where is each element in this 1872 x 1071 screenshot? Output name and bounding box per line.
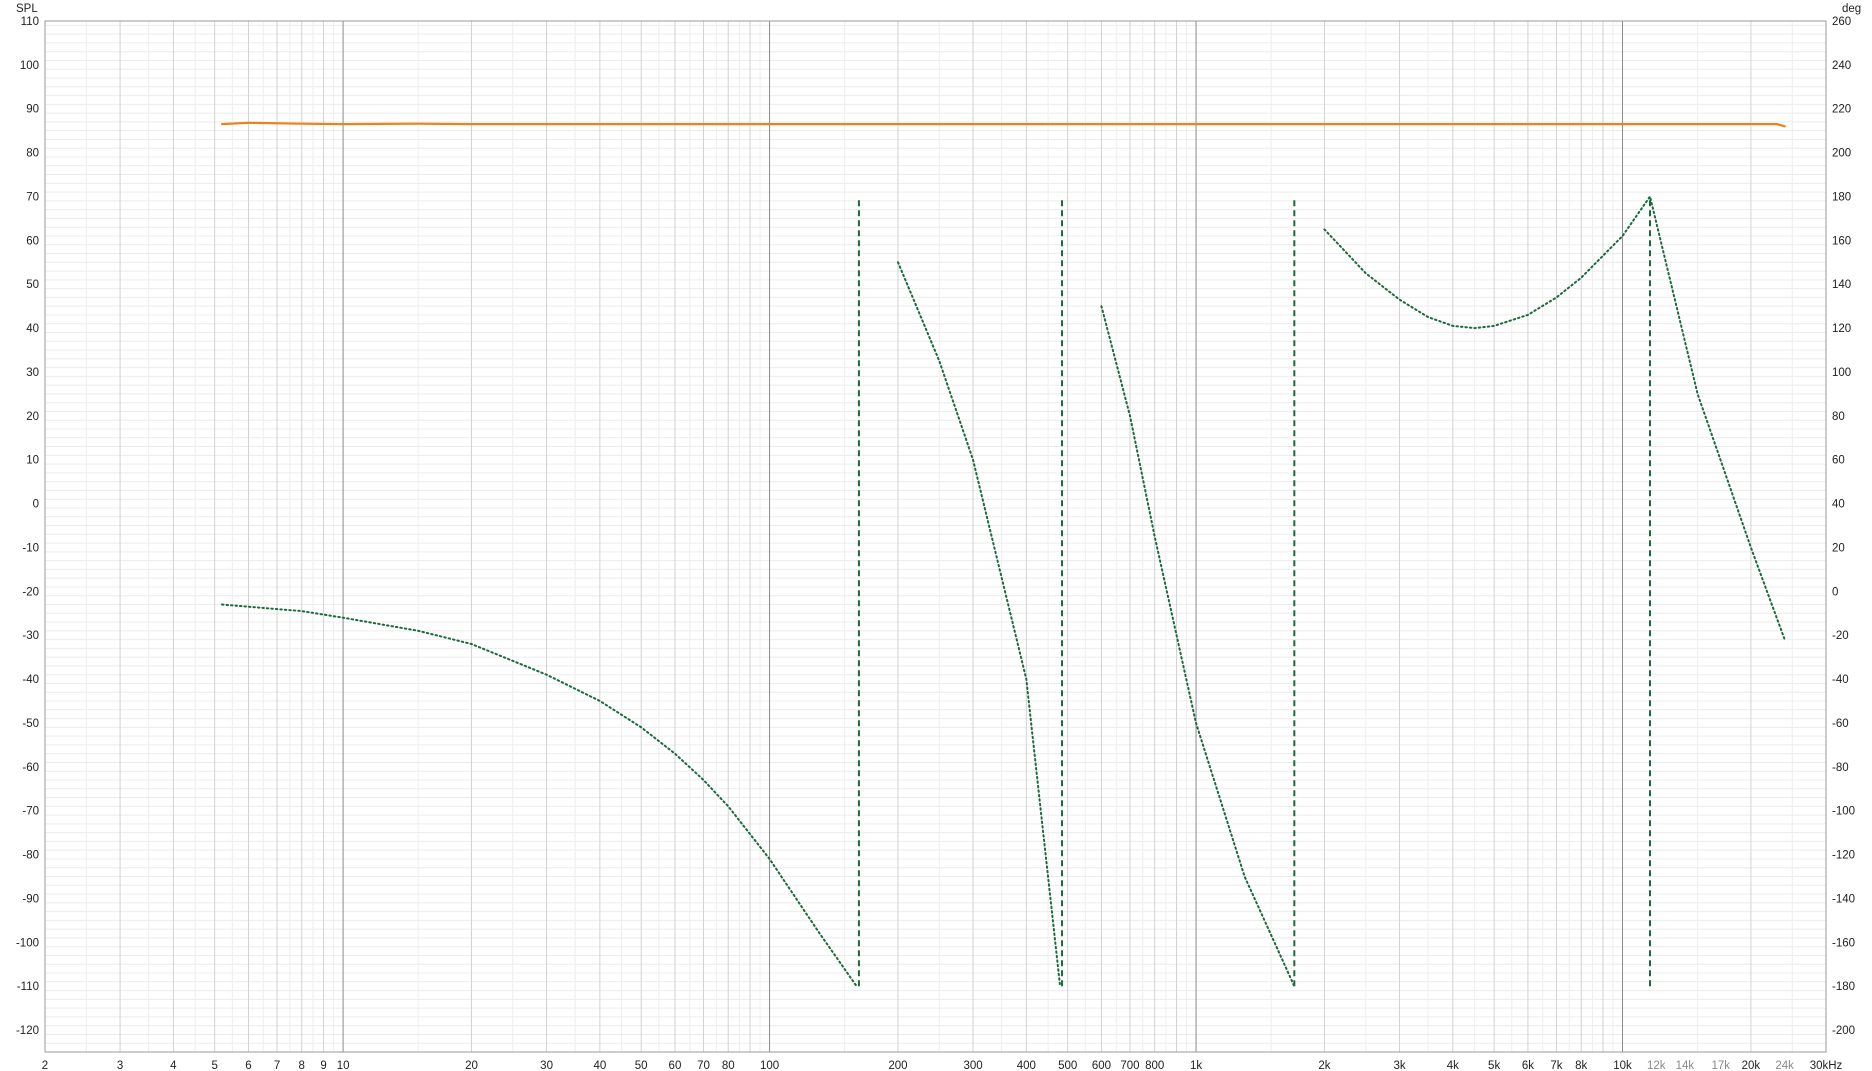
right-tick-label: -40 — [1832, 674, 1849, 686]
right-tick-label: -120 — [1832, 850, 1855, 862]
x-tick-label: 7 — [274, 1060, 280, 1071]
x-tick-label: 10k — [1613, 1060, 1632, 1071]
right-tick-label: 40 — [1832, 499, 1845, 511]
left-tick-label: 20 — [26, 411, 39, 423]
right-tick-label: 220 — [1832, 104, 1851, 116]
left-tick-label: -100 — [16, 937, 39, 949]
x-tick-label: 50 — [635, 1060, 648, 1071]
x-tick-label: 500 — [1058, 1060, 1077, 1071]
left-tick-label: -10 — [22, 542, 39, 554]
left-tick-label: -50 — [22, 718, 39, 730]
x-tick-label: 80 — [722, 1060, 735, 1071]
left-tick-label: 30 — [26, 367, 39, 379]
right-tick-label: 80 — [1832, 411, 1845, 423]
right-tick-label: 20 — [1832, 542, 1845, 554]
left-tick-label: -70 — [22, 806, 39, 818]
x-tick-label: 24k — [1775, 1060, 1794, 1071]
left-tick-label: -40 — [22, 674, 39, 686]
right-axis-title: deg — [1842, 3, 1861, 15]
x-tick-label: 9 — [320, 1060, 326, 1071]
x-tick-label: 5 — [212, 1060, 218, 1071]
right-tick-label: 120 — [1832, 323, 1851, 335]
left-tick-label: 0 — [33, 499, 39, 511]
left-tick-label: 10 — [26, 455, 39, 467]
right-tick-label: 260 — [1832, 16, 1851, 28]
spl-curve — [220, 121, 1786, 128]
left-tick-label: 80 — [26, 148, 39, 160]
left-tick-label: -110 — [17, 981, 39, 993]
right-tick-label: -160 — [1832, 937, 1855, 949]
x-tick-label: 2 — [42, 1060, 48, 1071]
right-tick-label: -80 — [1832, 762, 1849, 774]
x-tick-label: 3k — [1393, 1060, 1405, 1071]
left-tick-label: 110 — [21, 16, 39, 28]
right-tick-label: -140 — [1832, 893, 1855, 905]
left-tick-label: -120 — [16, 1025, 39, 1037]
left-tick-label: 70 — [26, 191, 39, 203]
left-tick-label: 50 — [26, 279, 39, 291]
x-tick-label: 20k — [1742, 1060, 1761, 1071]
right-tick-label: 100 — [1832, 367, 1851, 379]
left-tick-label: 100 — [20, 60, 39, 72]
left-tick-label: -20 — [22, 586, 39, 598]
x-tick-label: 10 — [337, 1060, 350, 1071]
x-tick-label: 1k — [1190, 1060, 1202, 1071]
grid — [44, 21, 1827, 1053]
series — [220, 121, 1786, 988]
right-tick-label: -200 — [1832, 1025, 1855, 1037]
axis-labels: SPL deg 1101009080706050403020100-10-20-… — [16, 3, 1861, 1071]
x-tick-label: 800 — [1145, 1060, 1164, 1071]
x-tick-label: 30 — [540, 1060, 553, 1071]
x-tick-label: 14k — [1676, 1060, 1695, 1071]
right-tick-label: 160 — [1832, 235, 1851, 247]
right-tick-label: 200 — [1832, 148, 1851, 160]
left-axis-title: SPL — [16, 3, 38, 15]
plot-frame — [44, 20, 1827, 1053]
right-tick-label: 240 — [1832, 60, 1851, 72]
left-tick-label: -80 — [22, 850, 39, 862]
left-tick-label: -90 — [22, 893, 39, 905]
x-tick-label: 4k — [1447, 1060, 1459, 1071]
right-tick-label: 0 — [1832, 586, 1838, 598]
x-tick-label: 70 — [697, 1060, 710, 1071]
x-tick-label: 6 — [245, 1060, 251, 1071]
left-tick-label: 60 — [26, 235, 39, 247]
frequency-response-chart: SPL deg 1101009080706050403020100-10-20-… — [16, 3, 1861, 1071]
left-tick-label: -60 — [22, 762, 39, 774]
right-tick-label: -180 — [1832, 981, 1855, 993]
x-tick-label: 8 — [299, 1060, 305, 1071]
x-tick-label: 300 — [963, 1060, 982, 1071]
right-tick-label: 140 — [1832, 279, 1851, 291]
x-tick-label: 7k — [1550, 1060, 1562, 1071]
left-tick-label: 90 — [26, 104, 39, 116]
x-tick-label: 17k — [1712, 1060, 1731, 1071]
x-tick-label: 60 — [669, 1060, 682, 1071]
x-tick-label: 4 — [170, 1060, 177, 1071]
right-tick-label: 60 — [1832, 455, 1845, 467]
x-tick-label: 200 — [888, 1060, 907, 1071]
x-tick-label: 5k — [1488, 1060, 1500, 1071]
left-tick-label: 40 — [26, 323, 39, 335]
x-tick-label: 20 — [465, 1060, 478, 1071]
x-tick-label: 100 — [760, 1060, 779, 1071]
x-tick-label: 2k — [1318, 1060, 1330, 1071]
x-tick-label: 8k — [1575, 1060, 1587, 1071]
x-tick-label: 3 — [117, 1060, 123, 1071]
x-tick-label: 40 — [593, 1060, 606, 1071]
right-tick-label: 180 — [1832, 191, 1851, 203]
x-tick-label: 600 — [1092, 1060, 1111, 1071]
x-tick-label: 700 — [1120, 1060, 1139, 1071]
x-tick-label: 30kHz — [1810, 1060, 1843, 1071]
left-tick-label: -30 — [22, 630, 39, 642]
right-tick-label: -20 — [1832, 630, 1849, 642]
x-tick-label: 12k — [1647, 1060, 1666, 1071]
right-tick-label: -100 — [1832, 806, 1855, 818]
x-tick-label: 400 — [1017, 1060, 1036, 1071]
right-tick-label: -60 — [1832, 718, 1849, 730]
x-tick-label: 6k — [1522, 1060, 1534, 1071]
